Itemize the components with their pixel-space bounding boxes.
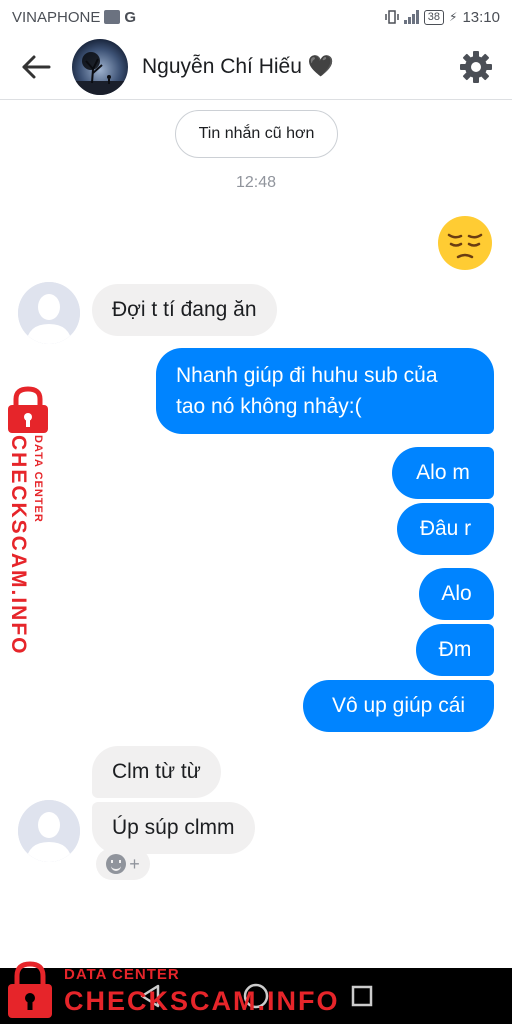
watermark-subtitle: DATA CENTER xyxy=(64,966,180,983)
watermark-subtitle: DATA CENTER xyxy=(32,435,44,523)
message-bubble-incoming[interactable]: Clm từ từ xyxy=(92,746,221,798)
square-recents-icon xyxy=(351,985,373,1007)
conversation-header: Nguyễn Chí Hiếu 🖤 xyxy=(0,34,512,100)
message-bubble-incoming[interactable]: Úp súp clmm xyxy=(92,802,255,854)
signal-icon xyxy=(403,10,419,24)
padlock-icon xyxy=(8,386,48,433)
contact-name[interactable]: Nguyễn Chí Hiếu 🖤 xyxy=(142,55,440,79)
watermark-brand: CHECKSCAM.INFO xyxy=(7,435,30,656)
contact-avatar[interactable] xyxy=(72,38,128,95)
settings-button[interactable] xyxy=(440,34,512,100)
watermark-side: CHECKSCAM.INFO DATA CENTER xyxy=(0,385,60,656)
message-text: Clm từ từ xyxy=(112,760,201,783)
network-label: G xyxy=(124,8,137,26)
message-bubble-incoming[interactable]: Đợi t tí đang ăn xyxy=(92,284,277,336)
sim-icon xyxy=(104,10,121,24)
watermark-bottom: DATA CENTER CHECKSCAM.INFO xyxy=(4,958,338,1022)
padlock-icon xyxy=(8,961,52,1018)
battery-indicator: 38 xyxy=(423,9,445,25)
message-text: Đâu r xyxy=(419,517,472,540)
message-bubble-outgoing[interactable]: Nhanh giúp đi huhu sub của tao nó không … xyxy=(156,348,494,434)
status-left: VINAPHONE G xyxy=(12,9,136,26)
message-timestamp: 12:48 xyxy=(235,174,277,191)
default-avatar-icon xyxy=(18,282,80,344)
emoji-image xyxy=(438,216,492,270)
message-text: Nhanh giúp đi huhu sub của xyxy=(176,364,438,387)
vibrate-icon xyxy=(385,10,399,24)
message-text: tao nó không nhảy:( xyxy=(176,395,362,418)
avatar[interactable] xyxy=(18,282,80,344)
clock: 13:10 xyxy=(462,8,500,26)
carrier-label: VINAPHONE xyxy=(12,8,101,26)
arrow-left-icon xyxy=(22,55,51,78)
smile-icon xyxy=(106,854,127,874)
default-avatar-icon xyxy=(18,800,80,862)
message-text: Vô up giúp cái xyxy=(331,694,466,717)
status-right: 38 ⚡ 13:10 xyxy=(385,9,500,26)
message-text: Đm xyxy=(438,638,472,661)
gear-icon xyxy=(460,50,492,83)
message-bubble-outgoing[interactable]: Alo xyxy=(419,568,494,620)
nav-recents-button[interactable] xyxy=(344,978,380,1014)
message-bubble-outgoing[interactable]: Đâu r xyxy=(397,503,494,555)
charging-icon: ⚡ xyxy=(449,10,458,24)
back-button[interactable] xyxy=(0,34,72,100)
avatar-image xyxy=(72,38,128,95)
message-text: Đợi t tí đang ăn xyxy=(112,298,257,321)
message-text: Úp súp clmm xyxy=(112,816,235,839)
watermark-brand: CHECKSCAM.INFO xyxy=(64,986,340,1016)
message-text: Alo xyxy=(441,582,472,605)
plus-label: + xyxy=(129,853,140,874)
message-bubble-outgoing[interactable]: Alo m xyxy=(392,447,494,499)
status-bar: VINAPHONE G 38 ⚡ 13:10 xyxy=(0,0,512,34)
message-bubble-outgoing[interactable]: Đm xyxy=(416,624,494,676)
message-text: Alo m xyxy=(416,461,470,484)
pensive-face-icon[interactable] xyxy=(436,214,494,272)
add-reaction-button[interactable]: + xyxy=(96,848,150,880)
older-messages-button[interactable]: Tin nhắn cũ hơn xyxy=(175,110,338,158)
message-bubble-outgoing[interactable]: Vô up giúp cái xyxy=(303,680,494,732)
avatar[interactable] xyxy=(18,800,80,862)
